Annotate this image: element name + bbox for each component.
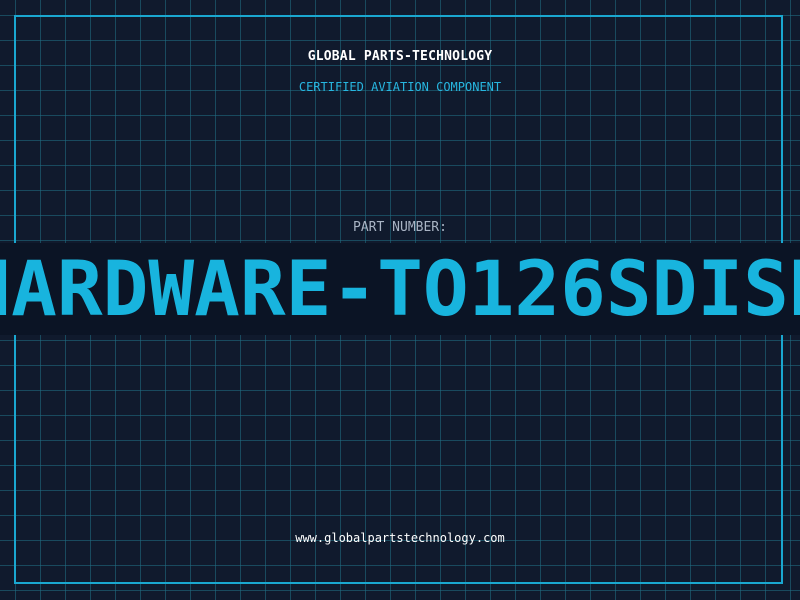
website-url: www.globalpartstechnology.com (295, 531, 505, 545)
part-number-value: HARDWARE-TO126SDISH (0, 244, 800, 333)
certification-subtitle: CERTIFIED AVIATION COMPONENT (298, 80, 502, 94)
part-number-label: PART NUMBER: (353, 220, 447, 235)
label-canvas: GLOBAL PARTS-TECHNOLOGY CERTIFIED AVIATI… (0, 0, 800, 600)
company-name: GLOBAL PARTS-TECHNOLOGY (307, 49, 493, 64)
